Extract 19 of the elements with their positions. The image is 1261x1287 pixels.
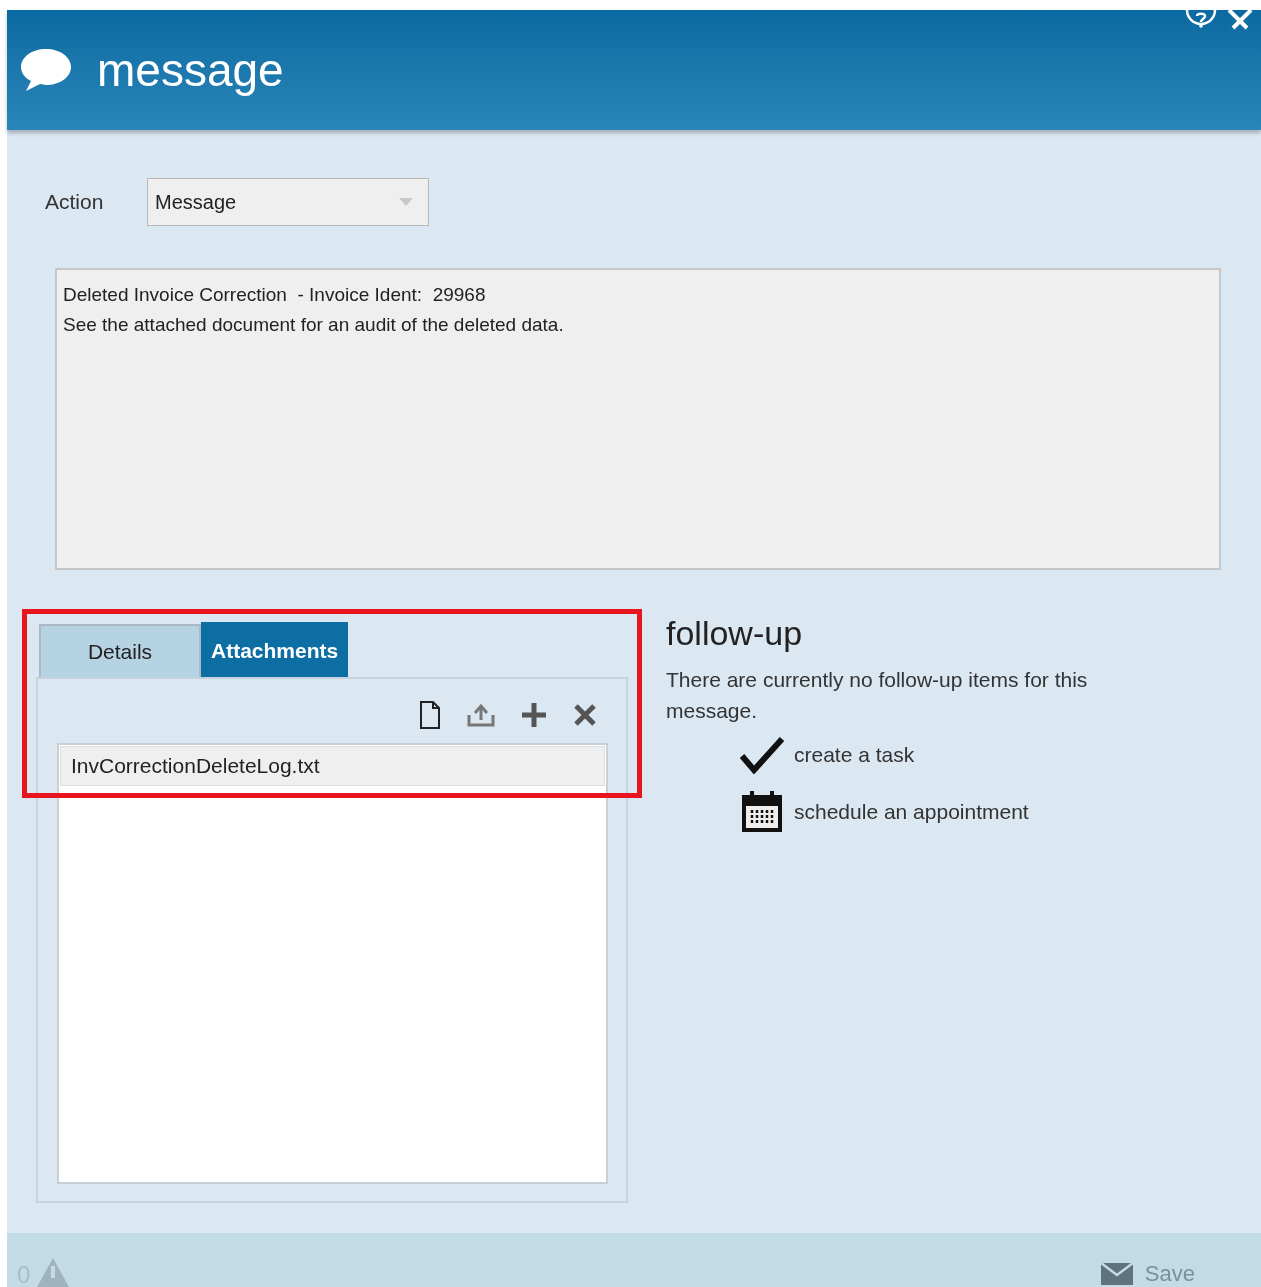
follow-up-heading: follow-up (666, 616, 804, 650)
checkmark-icon (740, 736, 784, 774)
new-document-icon[interactable] (419, 700, 441, 730)
follow-up-link[interactable]: create a task (794, 739, 915, 771)
action-dropdown[interactable]: Message (147, 178, 429, 226)
dropdown-caret-icon (399, 198, 413, 206)
calendar-icon (740, 790, 784, 834)
add-icon[interactable] (521, 702, 547, 728)
delete-icon[interactable] (573, 703, 597, 727)
attachment-item[interactable]: InvCorrectionDeleteLog.txt (60, 746, 605, 786)
tab[interactable]: Details (39, 624, 201, 677)
upload-icon[interactable] (467, 703, 495, 727)
message-text-area[interactable]: Deleted Invoice Correction - Invoice Ident: 29968 See the attached document for an audit of the deleted data. (55, 268, 1221, 570)
close-icon[interactable] (1227, 10, 1253, 30)
follow-up-link[interactable]: schedule an appointment (794, 796, 1029, 828)
speech-bubble-icon (19, 47, 73, 93)
follow-up-note: There are currently no follow-up items for this message. (666, 667, 1089, 724)
tab[interactable]: Attachments (201, 622, 349, 677)
action-label: Action (45, 189, 105, 216)
